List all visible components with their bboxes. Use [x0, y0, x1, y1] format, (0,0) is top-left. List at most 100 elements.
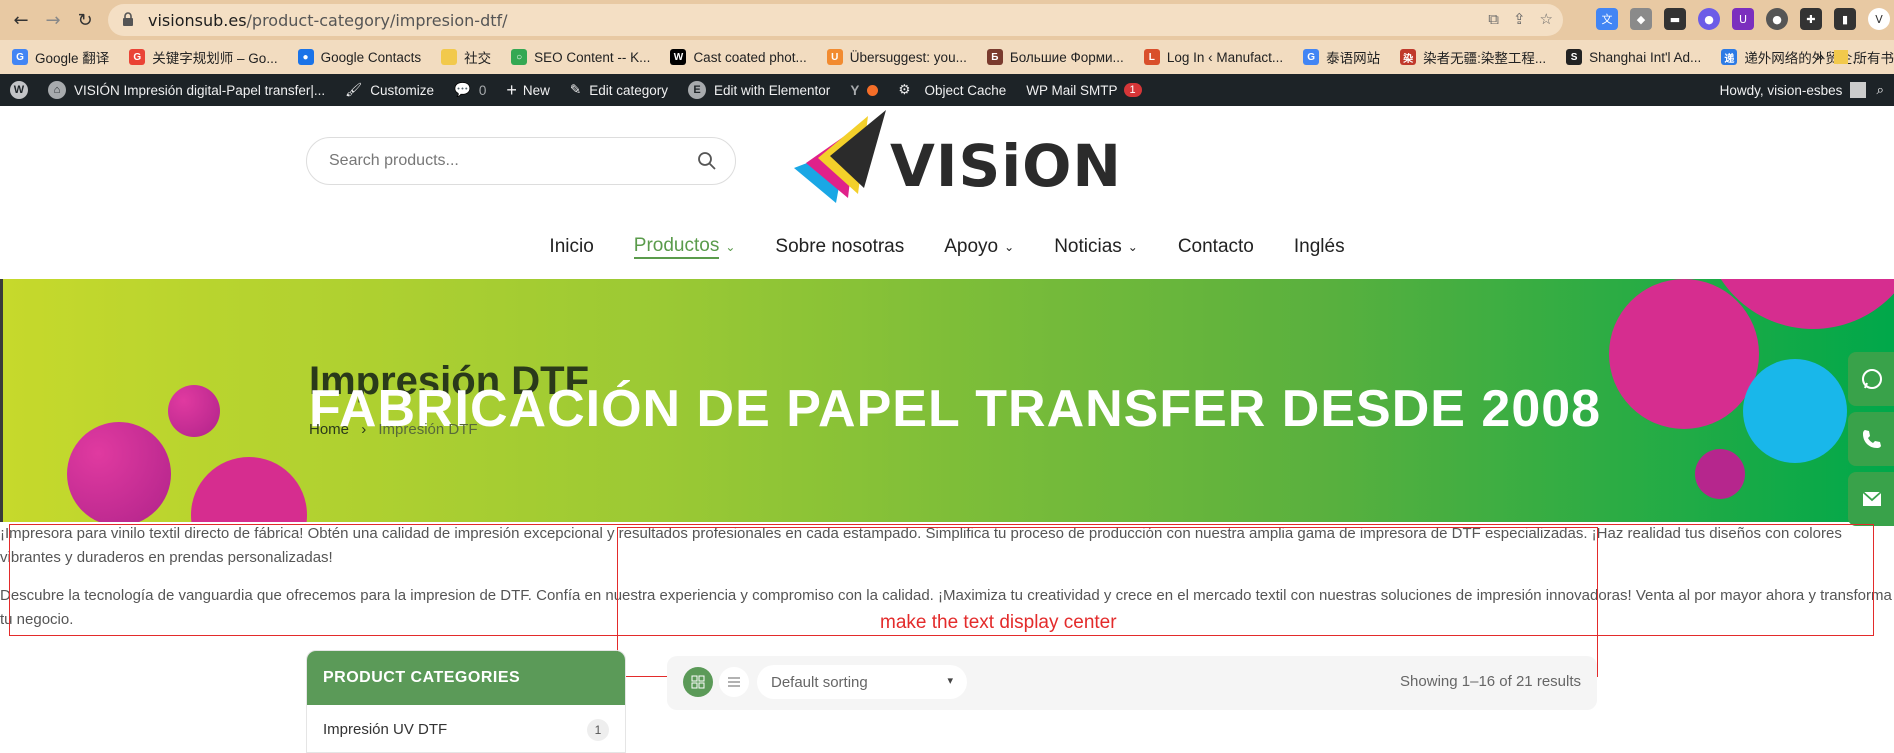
folder-icon: [1833, 50, 1848, 64]
result-count: Showing 1–16 of 21 results: [1400, 673, 1581, 690]
nav-item-contacto[interactable]: Contacto: [1178, 232, 1254, 262]
bookmark-label: Google Contacts: [320, 49, 422, 65]
sort-select[interactable]: Default sorting ▾: [757, 665, 967, 699]
category-hero: Impresión DTF FABRICACIÓN DE PAPEL TRANS…: [0, 279, 1894, 522]
my-account-link[interactable]: Howdy, vision-esbes: [1710, 74, 1877, 106]
list-view-button[interactable]: [719, 667, 749, 697]
nav-item-apoyo[interactable]: Apoyo ⌄: [944, 232, 1014, 262]
edit-elementor-link[interactable]: E Edit with Elementor: [678, 74, 840, 106]
breadcrumb-home-link[interactable]: Home: [309, 421, 349, 438]
profile-avatar-icon[interactable]: V: [1868, 8, 1890, 30]
edit-category-label: Edit category: [589, 82, 668, 98]
seo-status-dot: [867, 84, 879, 96]
category-item[interactable]: Impresión UV DTF 1: [307, 705, 625, 752]
list-icon: [728, 677, 740, 687]
translate-icon[interactable]: ⧉: [1488, 10, 1499, 28]
puzzle-icon[interactable]: ✚: [1800, 8, 1822, 30]
url-host: visionsub.es: [148, 10, 247, 30]
bookmark-item[interactable]: G Google 翻译: [12, 47, 109, 67]
whatsapp-icon: [1862, 369, 1882, 389]
bookmark-favicon-icon: [441, 49, 458, 65]
annotation-note: make the text display center: [880, 612, 1117, 633]
search-icon[interactable]: [697, 151, 717, 171]
bookmark-item[interactable]: G 关键字规划师 – Go...: [129, 47, 278, 67]
bookmark-item[interactable]: 社交: [441, 47, 491, 67]
bookmark-item[interactable]: 染染者无疆:染整工程...: [1400, 47, 1546, 67]
logo-text: VISiON: [890, 132, 1122, 200]
admin-search-icon[interactable]: ⌕: [1876, 74, 1894, 106]
nav-label: Inglés: [1293, 236, 1345, 257]
bookmark-item[interactable]: G 泰语网站: [1303, 47, 1380, 67]
bookmark-label: Большие Форми...: [1009, 49, 1124, 65]
bookmark-favicon-icon: 递: [1721, 49, 1738, 65]
bookmark-label: 关键字规划师 – Go...: [152, 51, 278, 66]
forward-icon[interactable]: →: [42, 9, 64, 31]
share-icon[interactable]: ⇪: [1513, 10, 1526, 28]
bookmark-label: Shanghai Int'l Ad...: [1589, 49, 1702, 65]
dashboard-icon: ⌂: [48, 81, 66, 99]
browser-toolbar: ← → ↻ visionsub.es/product-category/impr…: [0, 0, 1894, 40]
bookmark-favicon-icon: G: [12, 49, 28, 65]
back-icon[interactable]: ←: [10, 9, 32, 31]
bookmark-item[interactable]: ○ SEO Content -- K...: [511, 49, 650, 65]
bookmark-favicon-icon: G: [1303, 49, 1320, 65]
nav-item-productos[interactable]: Productos ⌄: [633, 232, 735, 262]
customize-link[interactable]: 🖌 Customize: [335, 74, 444, 106]
yoast-seo-link[interactable]: Y: [840, 74, 888, 106]
bookmark-label: Google 翻译: [35, 51, 110, 66]
nav-item-ingl-s[interactable]: Inglés: [1294, 232, 1345, 262]
comment-icon: 💬: [454, 82, 471, 97]
bookmark-item[interactable]: L Log In ‹ Manufact...: [1143, 49, 1283, 65]
bookmark-label: 染者无疆:染整工程...: [1423, 51, 1547, 66]
address-bar[interactable]: visionsub.es/product-category/impresion-…: [108, 4, 1563, 36]
email-button[interactable]: [1848, 472, 1894, 526]
edit-category-link[interactable]: ✎ Edit category: [560, 74, 678, 106]
bookmark-favicon-icon: W: [670, 49, 687, 65]
translate-extension-icon[interactable]: 文: [1596, 8, 1618, 30]
phone-button[interactable]: [1848, 412, 1894, 466]
bookmarks-folder[interactable]: 所有书: [1833, 47, 1894, 67]
nav-item-sobre-nosotras[interactable]: Sobre nosotras: [775, 232, 904, 262]
ubersuggest-extension-icon[interactable]: U: [1732, 8, 1754, 30]
bookmark-star-icon[interactable]: ☆: [1540, 10, 1553, 28]
grid-view-button[interactable]: [683, 667, 713, 697]
extension-icon[interactable]: ◆: [1630, 8, 1652, 30]
floating-contact-buttons: [1848, 352, 1894, 526]
bookmark-item[interactable]: U Übersuggest: you...: [826, 49, 967, 65]
widget-title: PRODUCT CATEGORIES: [307, 651, 625, 705]
bookmark-item[interactable]: ● Google Contacts: [297, 49, 422, 65]
notification-badge: 1: [1123, 83, 1142, 97]
nav-item-noticias[interactable]: Noticias ⌄: [1054, 232, 1138, 262]
bulb-extension-icon[interactable]: ●: [1766, 8, 1788, 30]
bookmark-favicon-icon: S: [1566, 49, 1583, 65]
wp-mail-smtp-link[interactable]: WP Mail SMTP 1: [1016, 74, 1151, 106]
bookmark-item[interactable]: S Shanghai Int'l Ad...: [1566, 49, 1701, 65]
circle-extension-icon[interactable]: ●: [1698, 8, 1720, 30]
bookmark-favicon-icon: L: [1143, 49, 1160, 65]
grid-icon: [691, 675, 705, 689]
hero-slogan: FABRICACIÓN DE PAPEL TRANSFER DESDE 2008: [309, 380, 1602, 438]
bookmarks-folder-label: 所有书: [1853, 51, 1894, 66]
product-search-input[interactable]: Search products...: [306, 137, 736, 185]
site-logo[interactable]: VISiON: [786, 108, 1121, 208]
extensions-bar: 文 ◆ ▬ ● U ● ✚ ▮ V: [1596, 8, 1890, 30]
bookmarks-overflow-icon[interactable]: »: [1816, 48, 1824, 64]
chevron-down-icon: ▾: [947, 675, 953, 687]
decorative-blob: [67, 422, 171, 522]
bookmark-item[interactable]: W Cast coated phot...: [670, 49, 807, 65]
bookmark-favicon-icon: ○: [511, 49, 528, 65]
edit-elementor-label: Edit with Elementor: [714, 82, 831, 98]
wp-admin-bar: W ⌂ VISIÓN Impresión digital-Papel trans…: [0, 74, 1894, 106]
comments-link[interactable]: 💬 0: [444, 74, 496, 106]
wp-logo-icon[interactable]: W: [0, 74, 38, 106]
bookmark-item[interactable]: Б Большие Форми...: [986, 49, 1124, 65]
comments-count: 0: [478, 82, 487, 98]
whatsapp-button[interactable]: [1848, 352, 1894, 406]
nav-item-inicio[interactable]: Inicio: [549, 232, 593, 262]
sidepanel-icon[interactable]: ▮: [1834, 8, 1856, 30]
terminal-extension-icon[interactable]: ▬: [1664, 8, 1686, 30]
object-cache-link[interactable]: ⚙ Object Cache: [888, 74, 1016, 106]
site-name-link[interactable]: ⌂ VISIÓN Impresión digital-Papel transfe…: [38, 74, 335, 106]
new-content-link[interactable]: + New: [496, 74, 560, 106]
reload-icon[interactable]: ↻: [74, 9, 96, 31]
